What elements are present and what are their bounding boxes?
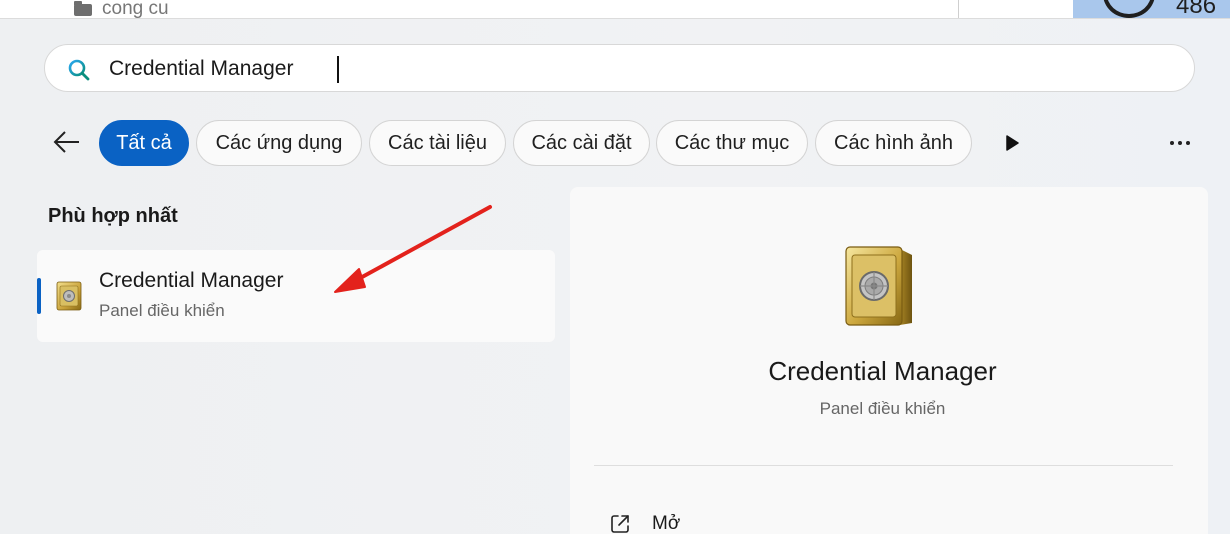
annotation-arrow-icon	[334, 205, 492, 293]
text-caret	[337, 56, 339, 83]
selection-indicator	[37, 278, 41, 314]
background-avatar-tile: 486	[1073, 0, 1230, 20]
search-icon	[68, 59, 90, 81]
open-external-icon	[611, 515, 629, 533]
safe-icon	[56, 281, 82, 311]
detail-pane: Credential Manager Panel điều khiển Mở	[570, 187, 1208, 534]
user-icon	[1103, 0, 1155, 18]
search-input[interactable]	[109, 54, 1169, 84]
more-options-button[interactable]	[1162, 129, 1198, 157]
folder-icon	[74, 1, 92, 16]
back-arrow-icon	[53, 131, 79, 153]
filter-folders[interactable]: Các thư mục	[656, 120, 808, 166]
back-button[interactable]	[50, 125, 84, 159]
best-match-name: Credential Manager	[99, 269, 284, 292]
background-divider	[958, 0, 959, 18]
filter-settings[interactable]: Các cài đặt	[513, 120, 650, 166]
search-box[interactable]	[44, 44, 1195, 92]
dot-icon	[1178, 141, 1182, 145]
best-match-heading: Phù hợp nhất	[48, 205, 178, 227]
background-window: cong cu 486	[0, 0, 1230, 20]
open-action[interactable]: Mở	[608, 509, 680, 534]
background-badge-number: 486	[1176, 0, 1217, 19]
detail-app-subtitle: Panel điều khiển	[819, 399, 946, 418]
filter-apps[interactable]: Các ứng dụng	[196, 120, 362, 166]
play-icon	[1006, 135, 1019, 151]
search-flyout: Tất cả Các ứng dụng Các tài liệu Các cài…	[0, 18, 1230, 534]
detail-app-name: Credential Manager	[768, 356, 997, 386]
detail-divider	[594, 465, 1173, 466]
dot-icon	[1186, 141, 1190, 145]
background-folder-label: cong cu	[102, 0, 169, 19]
safe-icon	[845, 246, 912, 326]
best-match-subtitle: Panel điều khiển	[99, 301, 225, 320]
dot-icon	[1170, 141, 1174, 145]
open-action-label: Mở	[652, 513, 681, 534]
filter-documents[interactable]: Các tài liệu	[369, 120, 506, 166]
more-filters-button[interactable]	[1000, 131, 1024, 155]
filter-images[interactable]: Các hình ảnh	[815, 120, 972, 166]
filter-all[interactable]: Tất cả	[99, 120, 189, 166]
